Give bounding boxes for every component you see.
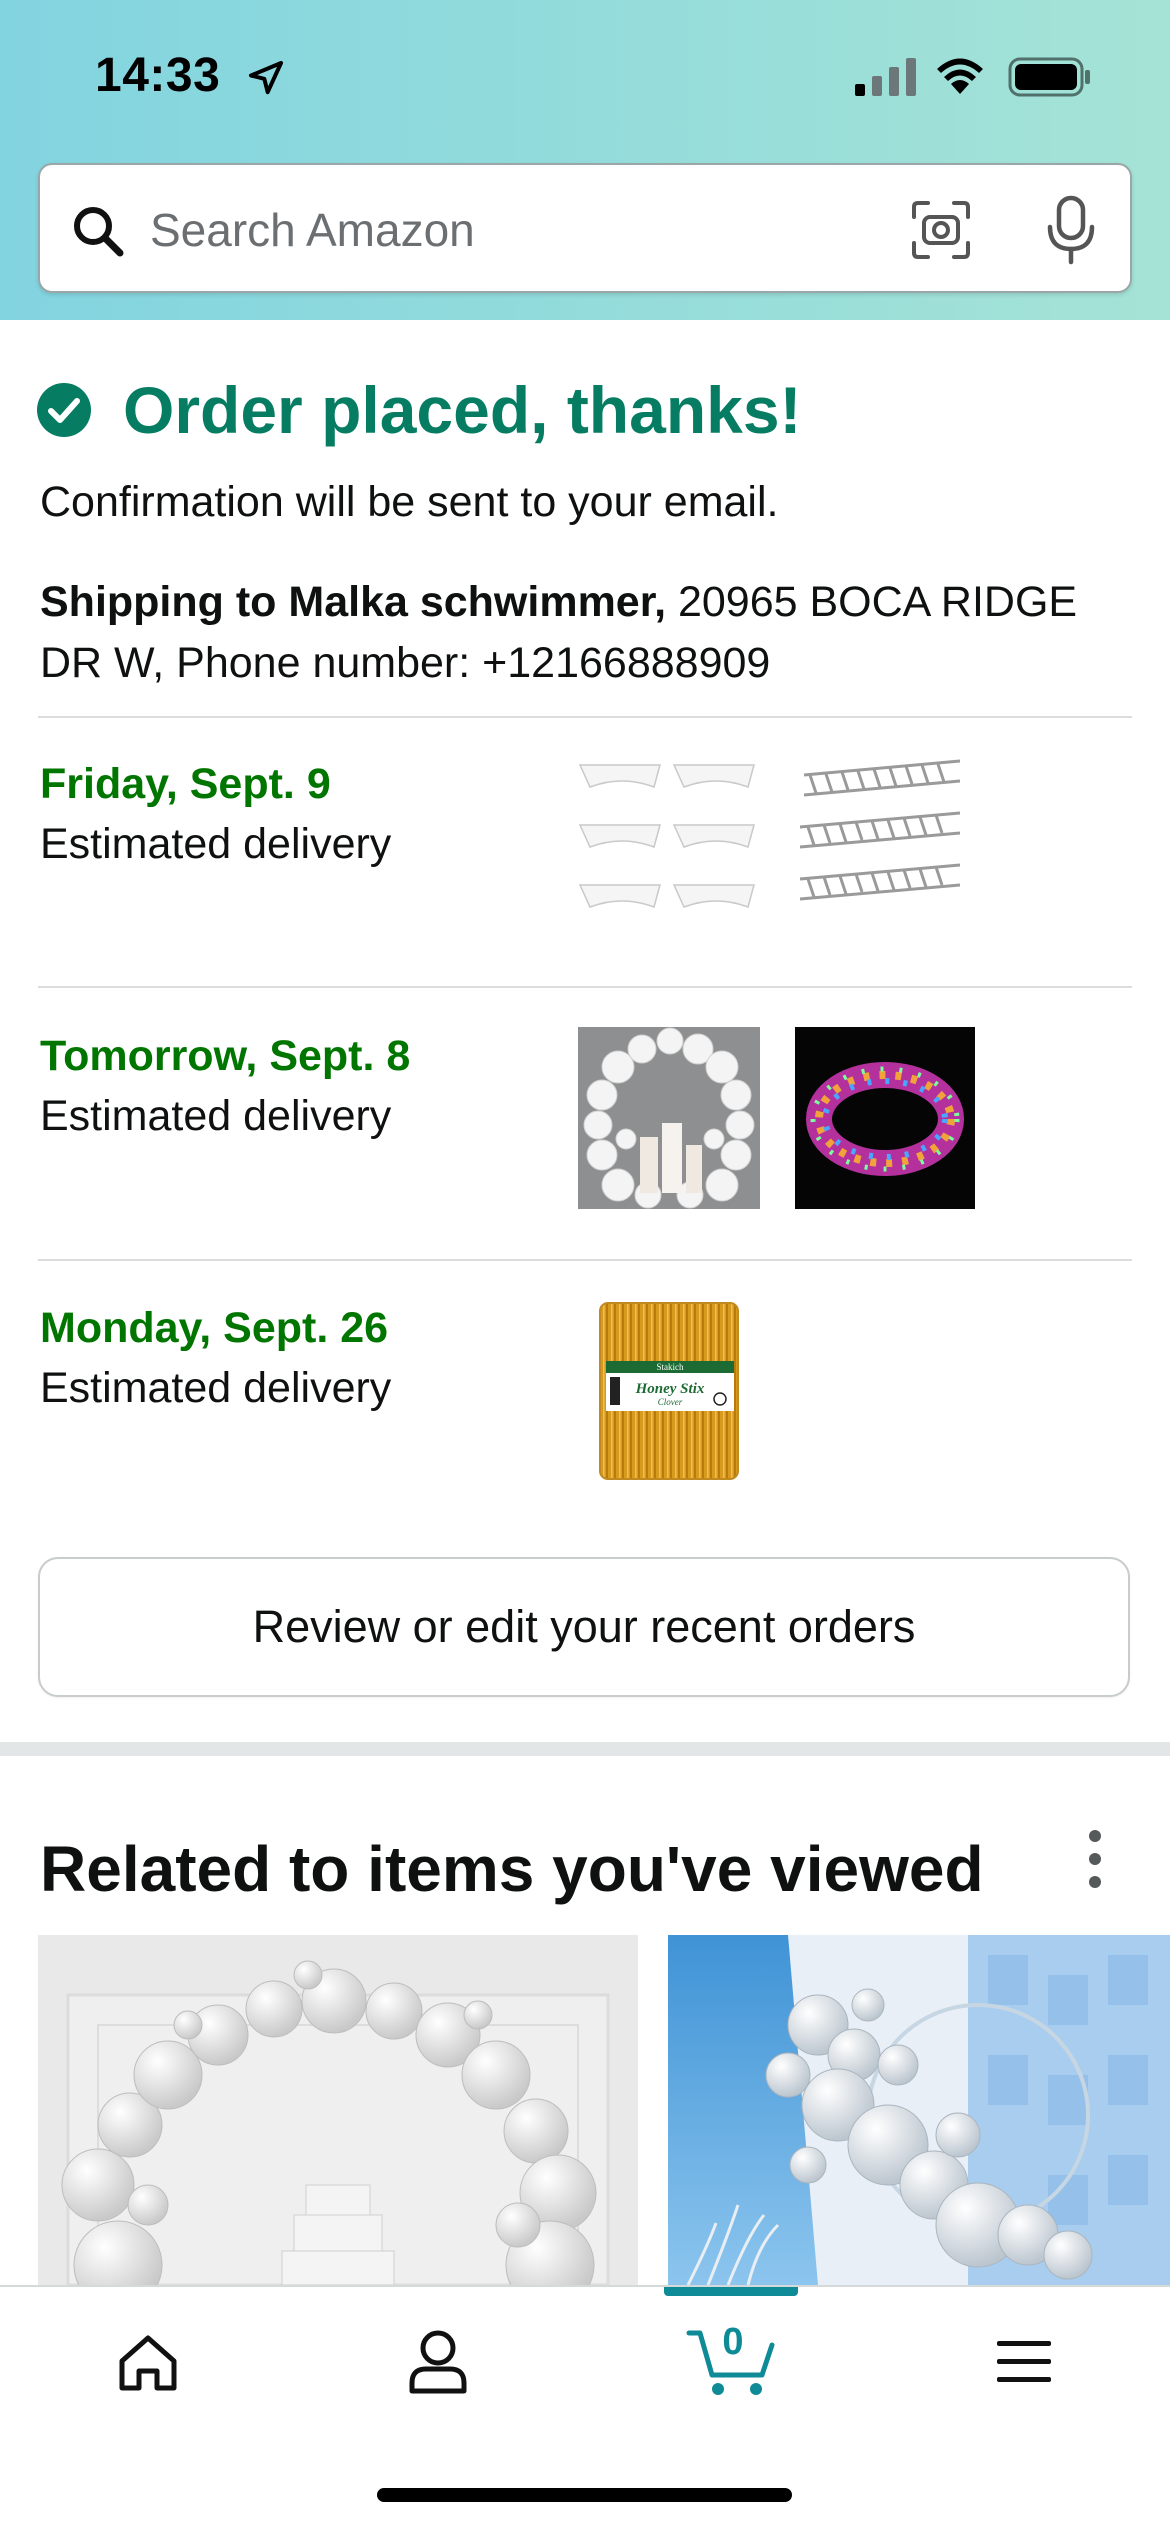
related-product-image-balloon-arch[interactable] bbox=[38, 1935, 638, 2285]
search-bar[interactable] bbox=[38, 163, 1132, 293]
camera-scan-icon[interactable] bbox=[910, 199, 972, 261]
shipping-address: Shipping to Malka schwimmer, 20965 BOCA … bbox=[40, 572, 1140, 694]
nav-menu-button[interactable] bbox=[945, 2287, 1105, 2427]
nav-account-button[interactable] bbox=[358, 2287, 518, 2427]
delivery-label: Estimated delivery bbox=[40, 820, 392, 868]
related-items-title: Related to items you've viewed bbox=[40, 1833, 984, 1905]
divider bbox=[38, 986, 1132, 988]
battery-icon bbox=[1008, 57, 1090, 97]
product-thumbnail-table-covers[interactable] bbox=[574, 755, 760, 935]
product-thumbnail-white-balloons[interactable] bbox=[578, 1027, 760, 1209]
honey-brand-text: Stakich bbox=[657, 1362, 684, 1372]
divider bbox=[38, 1259, 1132, 1261]
honey-name-text: Honey Stix bbox=[635, 1381, 705, 1397]
location-arrow-icon bbox=[249, 61, 283, 95]
honey-flavor-text: Clover bbox=[658, 1397, 683, 1407]
cart-count-badge: 0 bbox=[722, 2321, 744, 2363]
order-confirmation-title: Order placed, thanks! bbox=[123, 373, 802, 447]
header: 14:33 bbox=[0, 0, 1170, 320]
amazon-app-screen: 14:33 Search Amazon Order placed, thanks… bbox=[0, 0, 1170, 2532]
product-thumbnail-led-wreath[interactable] bbox=[795, 1027, 975, 1209]
delivery-date: Friday, Sept. 9 bbox=[40, 760, 331, 808]
delivery-label: Estimated delivery bbox=[40, 1364, 392, 1412]
delivery-label: Estimated delivery bbox=[40, 1092, 392, 1140]
section-separator bbox=[0, 1742, 1170, 1756]
wifi-icon bbox=[937, 58, 983, 94]
nav-cart-button[interactable]: 0 bbox=[652, 2287, 812, 2427]
related-product-image-balloon-garland[interactable] bbox=[668, 1935, 1170, 2285]
product-thumbnail-chair-clips[interactable] bbox=[790, 755, 976, 935]
confirmation-subtitle: Confirmation will be sent to your email. bbox=[40, 478, 779, 526]
nav-home-button[interactable] bbox=[68, 2287, 228, 2427]
status-bar-time: 14:33 bbox=[95, 49, 221, 102]
person-icon bbox=[409, 2330, 467, 2394]
microphone-icon[interactable] bbox=[1045, 195, 1097, 265]
cellular-signal-icon bbox=[855, 58, 916, 96]
divider bbox=[38, 716, 1132, 718]
delivery-date: Tomorrow, Sept. 8 bbox=[40, 1032, 411, 1080]
search-icon bbox=[74, 207, 124, 257]
search-input[interactable] bbox=[150, 199, 850, 261]
review-orders-button[interactable]: Review or edit your recent orders bbox=[38, 1557, 1130, 1697]
shipping-recipient: Shipping to Malka schwimmer, bbox=[40, 578, 667, 626]
more-options-icon[interactable] bbox=[1080, 1826, 1110, 1892]
home-indicator bbox=[377, 2488, 792, 2502]
product-thumbnail-honey-stix[interactable]: Stakich Honey Stix Clover bbox=[598, 1301, 740, 1481]
home-icon bbox=[119, 2335, 177, 2391]
hamburger-menu-icon bbox=[997, 2341, 1051, 2382]
check-circle-icon bbox=[37, 383, 91, 437]
delivery-date: Monday, Sept. 26 bbox=[40, 1304, 389, 1352]
